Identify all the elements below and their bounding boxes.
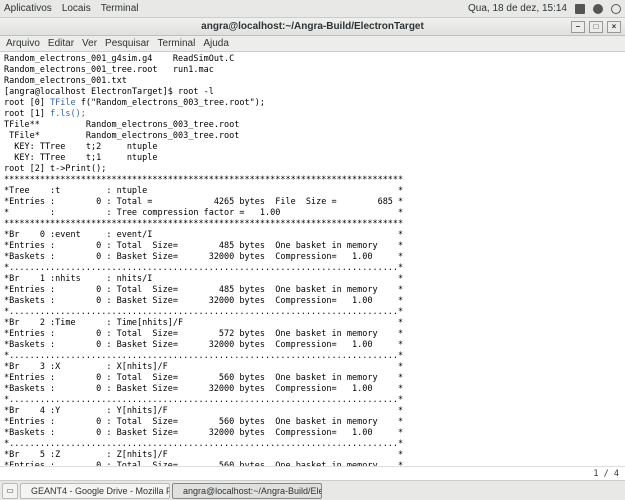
menu-search[interactable]: Pesquisar (105, 38, 149, 49)
menu-file[interactable]: Arquivo (6, 38, 40, 49)
menu-terminal[interactable]: Terminal (158, 38, 196, 49)
taskbar-item-firefox[interactable]: GEANT4 - Google Drive - Mozilla Fir... (20, 483, 170, 499)
network-icon[interactable] (575, 4, 585, 14)
desktop-top-panel: Aplicativos Locais Terminal Qua, 18 de d… (0, 0, 625, 18)
menu-edit[interactable]: Editar (48, 38, 74, 49)
window-maximize-button[interactable]: □ (589, 21, 603, 33)
panel-datetime[interactable]: Qua, 18 de dez, 15:14 (468, 3, 567, 14)
window-title: angra@localhost:~/Angra-Build/ElectronTa… (201, 21, 424, 32)
terminal-scroll-indicator: 1 / 4 (0, 466, 625, 480)
panel-menu-apps[interactable]: Aplicativos (4, 3, 52, 14)
taskbar-item-terminal[interactable]: angra@localhost:~/Angra-Build/Elect... (172, 483, 322, 499)
terminal-output[interactable]: Random_electrons_001_g4sim.g4 ReadSimOut… (0, 52, 625, 466)
taskbar-item-label: GEANT4 - Google Drive - Mozilla Fir... (31, 486, 170, 496)
taskbar-item-label: angra@localhost:~/Angra-Build/Elect... (183, 486, 322, 496)
window-close-button[interactable]: × (607, 21, 621, 33)
volume-icon[interactable] (593, 4, 603, 14)
menu-view[interactable]: Ver (82, 38, 97, 49)
power-icon[interactable] (611, 4, 621, 14)
app-menubar: Arquivo Editar Ver Pesquisar Terminal Aj… (0, 36, 625, 52)
panel-menu-terminal[interactable]: Terminal (101, 3, 139, 14)
panel-menu-places[interactable]: Locais (62, 3, 91, 14)
window-minimize-button[interactable]: – (571, 21, 585, 33)
window-titlebar[interactable]: angra@localhost:~/Angra-Build/ElectronTa… (0, 18, 625, 36)
desktop-bottom-panel: ▭ GEANT4 - Google Drive - Mozilla Fir...… (0, 480, 625, 500)
scroll-position: 1 / 4 (593, 469, 619, 479)
menu-help[interactable]: Ajuda (203, 38, 229, 49)
show-desktop-button[interactable]: ▭ (2, 483, 18, 499)
